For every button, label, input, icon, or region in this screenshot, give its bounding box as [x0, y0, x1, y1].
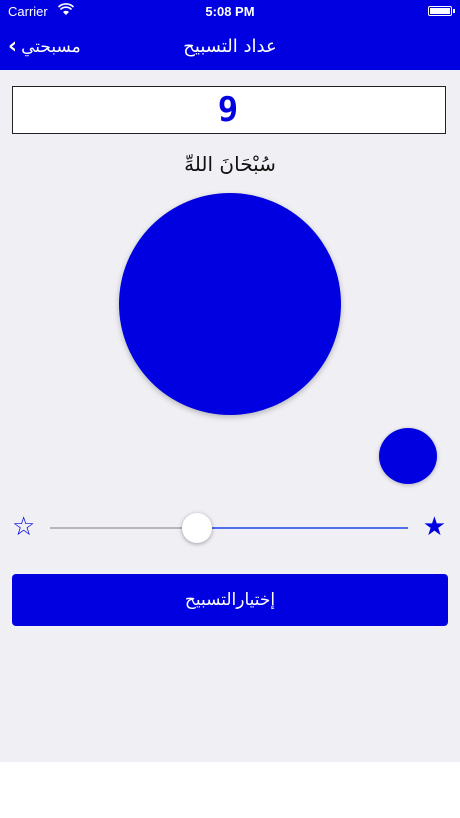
- status-bar: Carrier 5:08 PM: [0, 0, 460, 24]
- counter-display: 9: [12, 86, 446, 134]
- battery-icon: [428, 6, 455, 16]
- speed-slider[interactable]: [50, 513, 408, 543]
- slider-row: ☆ ★: [0, 512, 460, 548]
- slider-track-active: [196, 527, 408, 529]
- reset-circle-button[interactable]: [379, 428, 437, 484]
- counter-value: 9: [217, 90, 241, 130]
- star-filled-icon: ★: [422, 512, 446, 542]
- dhikr-text: سُبْحَانَ اللهِّ: [184, 152, 276, 176]
- main-content: 9 سُبْحَانَ اللهِّ ☆ ★ إختيارالتسبيح: [0, 70, 460, 762]
- choose-dhikr-button[interactable]: إختيارالتسبيح: [12, 574, 448, 626]
- star-outline-icon: ☆: [12, 512, 36, 542]
- page-title: عداد التسبيح: [183, 36, 277, 57]
- status-time: 5:08 PM: [205, 4, 255, 19]
- tap-counter-button[interactable]: [119, 193, 341, 415]
- navigation-bar: ‹ مسبحتي عداد التسبيح: [0, 24, 460, 70]
- slider-thumb[interactable]: [181, 513, 212, 543]
